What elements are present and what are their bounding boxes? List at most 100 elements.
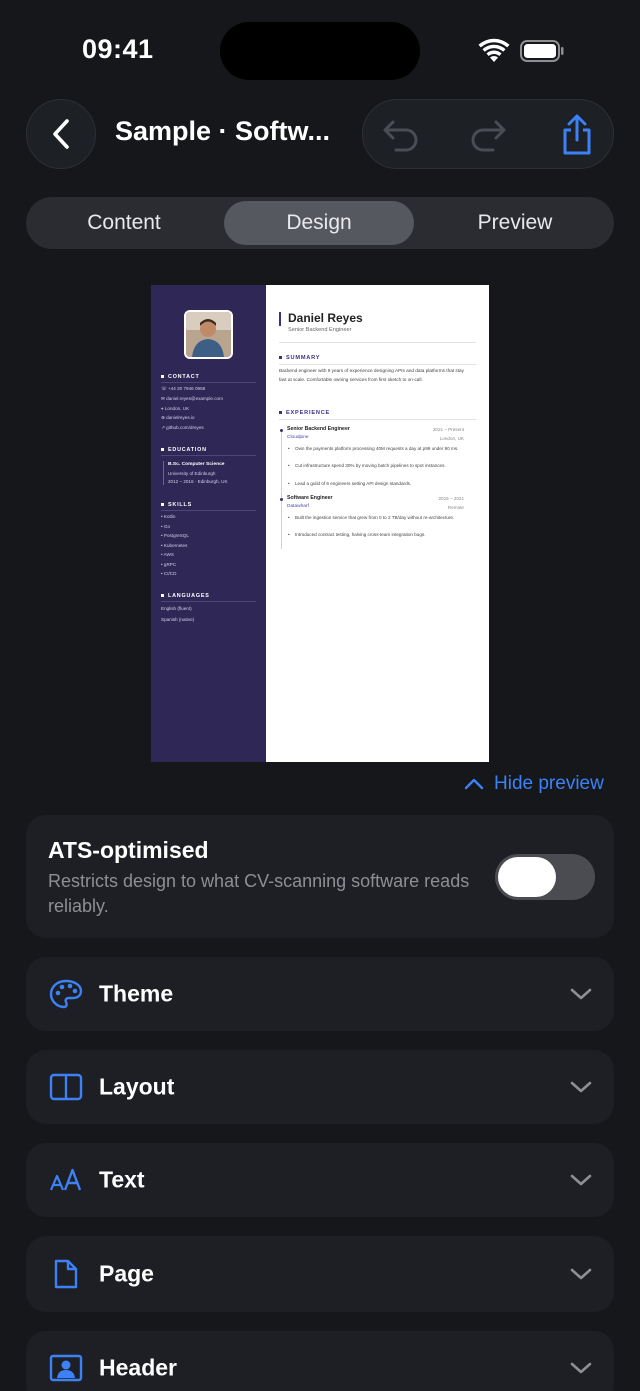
tab-design[interactable]: Design	[224, 201, 414, 245]
section-layout[interactable]: Layout	[26, 1050, 614, 1124]
language-item: Spanish (native)	[161, 617, 195, 622]
ats-card: ATS-optimised Restricts design to what C…	[26, 815, 614, 938]
ats-title: ATS-optimised	[48, 837, 209, 863]
name-accent-bar	[279, 312, 281, 326]
timeline-dot	[280, 429, 283, 432]
chevron-down-icon	[570, 1268, 592, 1280]
job-dates: 2021 – Present	[432, 427, 464, 432]
cv-name: Daniel Reyes	[288, 311, 363, 325]
timeline-line	[281, 429, 282, 549]
ats-description: Restricts design to what CV-scanning sof…	[48, 871, 470, 916]
divider	[161, 510, 256, 511]
job-dates: 2016 – 2021	[438, 496, 464, 501]
education-heading: EDUCATION	[161, 447, 207, 453]
chevron-up-icon	[464, 778, 484, 790]
skill-item: • PostgreSQL	[161, 533, 189, 538]
status-bar: 09:41	[0, 0, 640, 100]
hide-preview-label: Hide preview	[494, 773, 604, 794]
undo-button[interactable]	[379, 113, 423, 157]
job-location: London, UK	[439, 436, 464, 441]
columns-icon	[48, 1069, 84, 1105]
hide-preview-button[interactable]: Hide preview	[464, 771, 604, 797]
palette-icon	[48, 976, 84, 1012]
section-theme[interactable]: Theme	[26, 957, 614, 1031]
mode-tabs: Content Design Preview	[26, 197, 614, 249]
tab-preview[interactable]: Preview	[420, 201, 610, 245]
job-company: Cloudpine	[287, 435, 309, 440]
summary-text: Backend engineer with 9 years of experie…	[279, 368, 465, 382]
skills-heading: SKILLS	[161, 502, 192, 508]
chevron-left-icon	[53, 119, 69, 149]
divider	[279, 342, 476, 343]
job-title: Software Engineer	[287, 495, 333, 501]
experience-heading: EXPERIENCE	[279, 410, 330, 416]
job-bullet: Own the payments platform processing 40M…	[288, 445, 465, 454]
section-label: Theme	[99, 980, 174, 1007]
section-header[interactable]: Header	[26, 1331, 614, 1391]
undo-icon	[383, 120, 418, 152]
toolbar-actions	[362, 99, 614, 169]
skill-item: • Go	[161, 524, 171, 529]
job-bullet: Built the ingestion service that grew fr…	[288, 514, 465, 523]
summary-heading: SUMMARY	[279, 355, 320, 361]
job-bullet: Cut infrastructure spend 30% by moving b…	[288, 462, 465, 471]
section-text[interactable]: Text	[26, 1143, 614, 1217]
cv-main: Daniel Reyes Senior Backend Engineer SUM…	[266, 285, 489, 762]
skill-item: • Kotlin	[161, 514, 176, 519]
divider	[161, 382, 256, 383]
person-card-icon	[48, 1350, 84, 1386]
back-button[interactable]	[26, 99, 96, 169]
cv-role: Senior Backend Engineer	[288, 327, 352, 333]
battery-icon	[520, 40, 564, 62]
divider	[161, 601, 256, 602]
job-company: Datawharf	[287, 504, 309, 509]
contact-email: ✉ daniel.reyes@example.com	[161, 396, 223, 401]
text-size-icon	[48, 1162, 84, 1198]
avatar	[184, 310, 233, 359]
wifi-icon	[478, 38, 510, 62]
status-time: 09:41	[82, 34, 154, 64]
chevron-down-icon	[570, 1362, 592, 1374]
skill-item: • AWS	[161, 552, 174, 557]
education-degree: B.Sc. Computer Science	[168, 462, 225, 467]
page-title: Sample · Softw...	[115, 116, 331, 146]
redo-button[interactable]	[466, 113, 510, 157]
education-school: University of Edinburgh	[168, 471, 216, 476]
contact-location: ⌖ London, UK	[161, 406, 190, 411]
chevron-down-icon	[570, 988, 592, 1000]
dynamic-island	[220, 22, 420, 80]
chevron-down-icon	[570, 1174, 592, 1186]
cv-sidebar: CONTACT ☏ +44 20 7946 0958 ✉ daniel.reye…	[151, 285, 266, 762]
education-dates: 2012 – 2016 · Edinburgh, UK	[168, 479, 228, 484]
tab-content[interactable]: Content	[30, 201, 218, 245]
page-icon	[48, 1256, 84, 1292]
job-title: Senior Backend Engineer	[287, 426, 350, 432]
ats-toggle[interactable]	[495, 854, 595, 900]
job-bullet: Lead a guild of 6 engineers setting API …	[288, 480, 465, 489]
redo-icon	[471, 120, 506, 152]
section-label: Header	[99, 1354, 177, 1381]
cv-preview[interactable]: CONTACT ☏ +44 20 7946 0958 ✉ daniel.reye…	[151, 285, 489, 762]
contact-github: ↗ github.com/dreyes	[161, 425, 204, 430]
toggle-knob	[498, 857, 556, 897]
job-location: Remote	[447, 505, 464, 510]
divider	[279, 419, 476, 420]
skill-item: • Kubernetes	[161, 543, 188, 548]
divider	[161, 455, 256, 456]
share-button[interactable]	[555, 113, 599, 157]
section-page[interactable]: Page	[26, 1236, 614, 1312]
share-icon	[563, 114, 591, 155]
skill-item: • CI/CD	[161, 571, 177, 576]
skill-item: • gRPC	[161, 562, 177, 567]
languages-heading: LANGUAGES	[161, 593, 210, 599]
section-label: Text	[99, 1166, 145, 1193]
section-label: Layout	[99, 1073, 175, 1100]
contact-heading: CONTACT	[161, 374, 200, 380]
contact-phone: ☏ +44 20 7946 0958	[161, 386, 206, 391]
chevron-down-icon	[570, 1081, 592, 1093]
contact-website: ⊕ danielreyes.io	[161, 415, 195, 420]
section-label: Page	[99, 1260, 154, 1287]
job-bullet: Introduced contract testing, halving cro…	[288, 531, 465, 540]
language-item: English (fluent)	[161, 606, 192, 611]
timeline-dot	[280, 498, 283, 501]
